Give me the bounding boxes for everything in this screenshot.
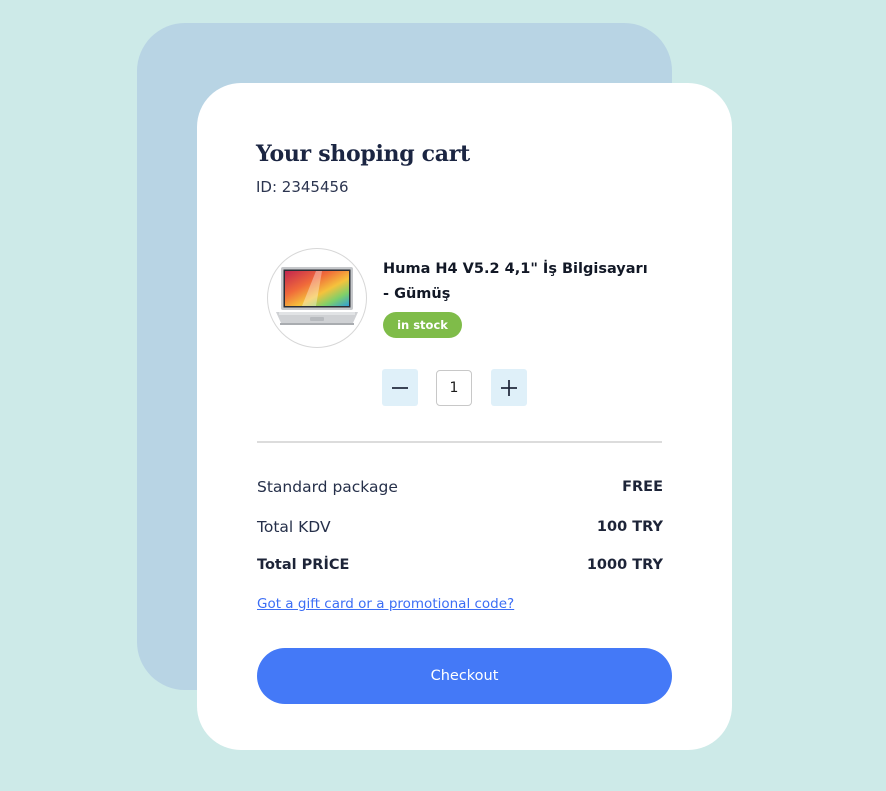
divider bbox=[257, 441, 662, 443]
checkout-button[interactable]: Checkout bbox=[257, 648, 672, 704]
promo-code-link[interactable]: Got a gift card or a promotional code? bbox=[257, 596, 514, 612]
summary-row-tax: Total KDV 100 TRY bbox=[257, 518, 663, 536]
stock-status-badge: in stock bbox=[383, 312, 462, 338]
product-image bbox=[267, 248, 367, 348]
cart-id: ID: 2345456 bbox=[256, 178, 349, 196]
shipping-value: FREE bbox=[622, 479, 663, 495]
product-name[interactable]: Huma H4 V5.2 4,1" İş Bilgisayarı - Gümüş bbox=[383, 257, 648, 307]
laptop-icon bbox=[276, 267, 358, 325]
cart-card: Your shoping cart ID: 2345456 Huma H4 V5… bbox=[197, 83, 732, 750]
total-label: Total PRİCE bbox=[257, 557, 350, 573]
summary-row-shipping: Standard package FREE bbox=[257, 478, 663, 496]
tax-label: Total KDV bbox=[257, 518, 331, 536]
shipping-label: Standard package bbox=[257, 478, 398, 496]
plus-icon bbox=[501, 379, 517, 396]
summary-row-total: Total PRİCE 1000 TRY bbox=[257, 557, 663, 573]
decrease-quantity-button[interactable] bbox=[382, 369, 418, 406]
cart-title: Your shoping cart bbox=[256, 141, 470, 167]
increase-quantity-button[interactable] bbox=[491, 369, 527, 406]
total-value: 1000 TRY bbox=[586, 557, 663, 573]
minus-icon bbox=[392, 386, 408, 389]
tax-value: 100 TRY bbox=[596, 519, 663, 535]
quantity-input[interactable]: 1 bbox=[436, 370, 472, 406]
